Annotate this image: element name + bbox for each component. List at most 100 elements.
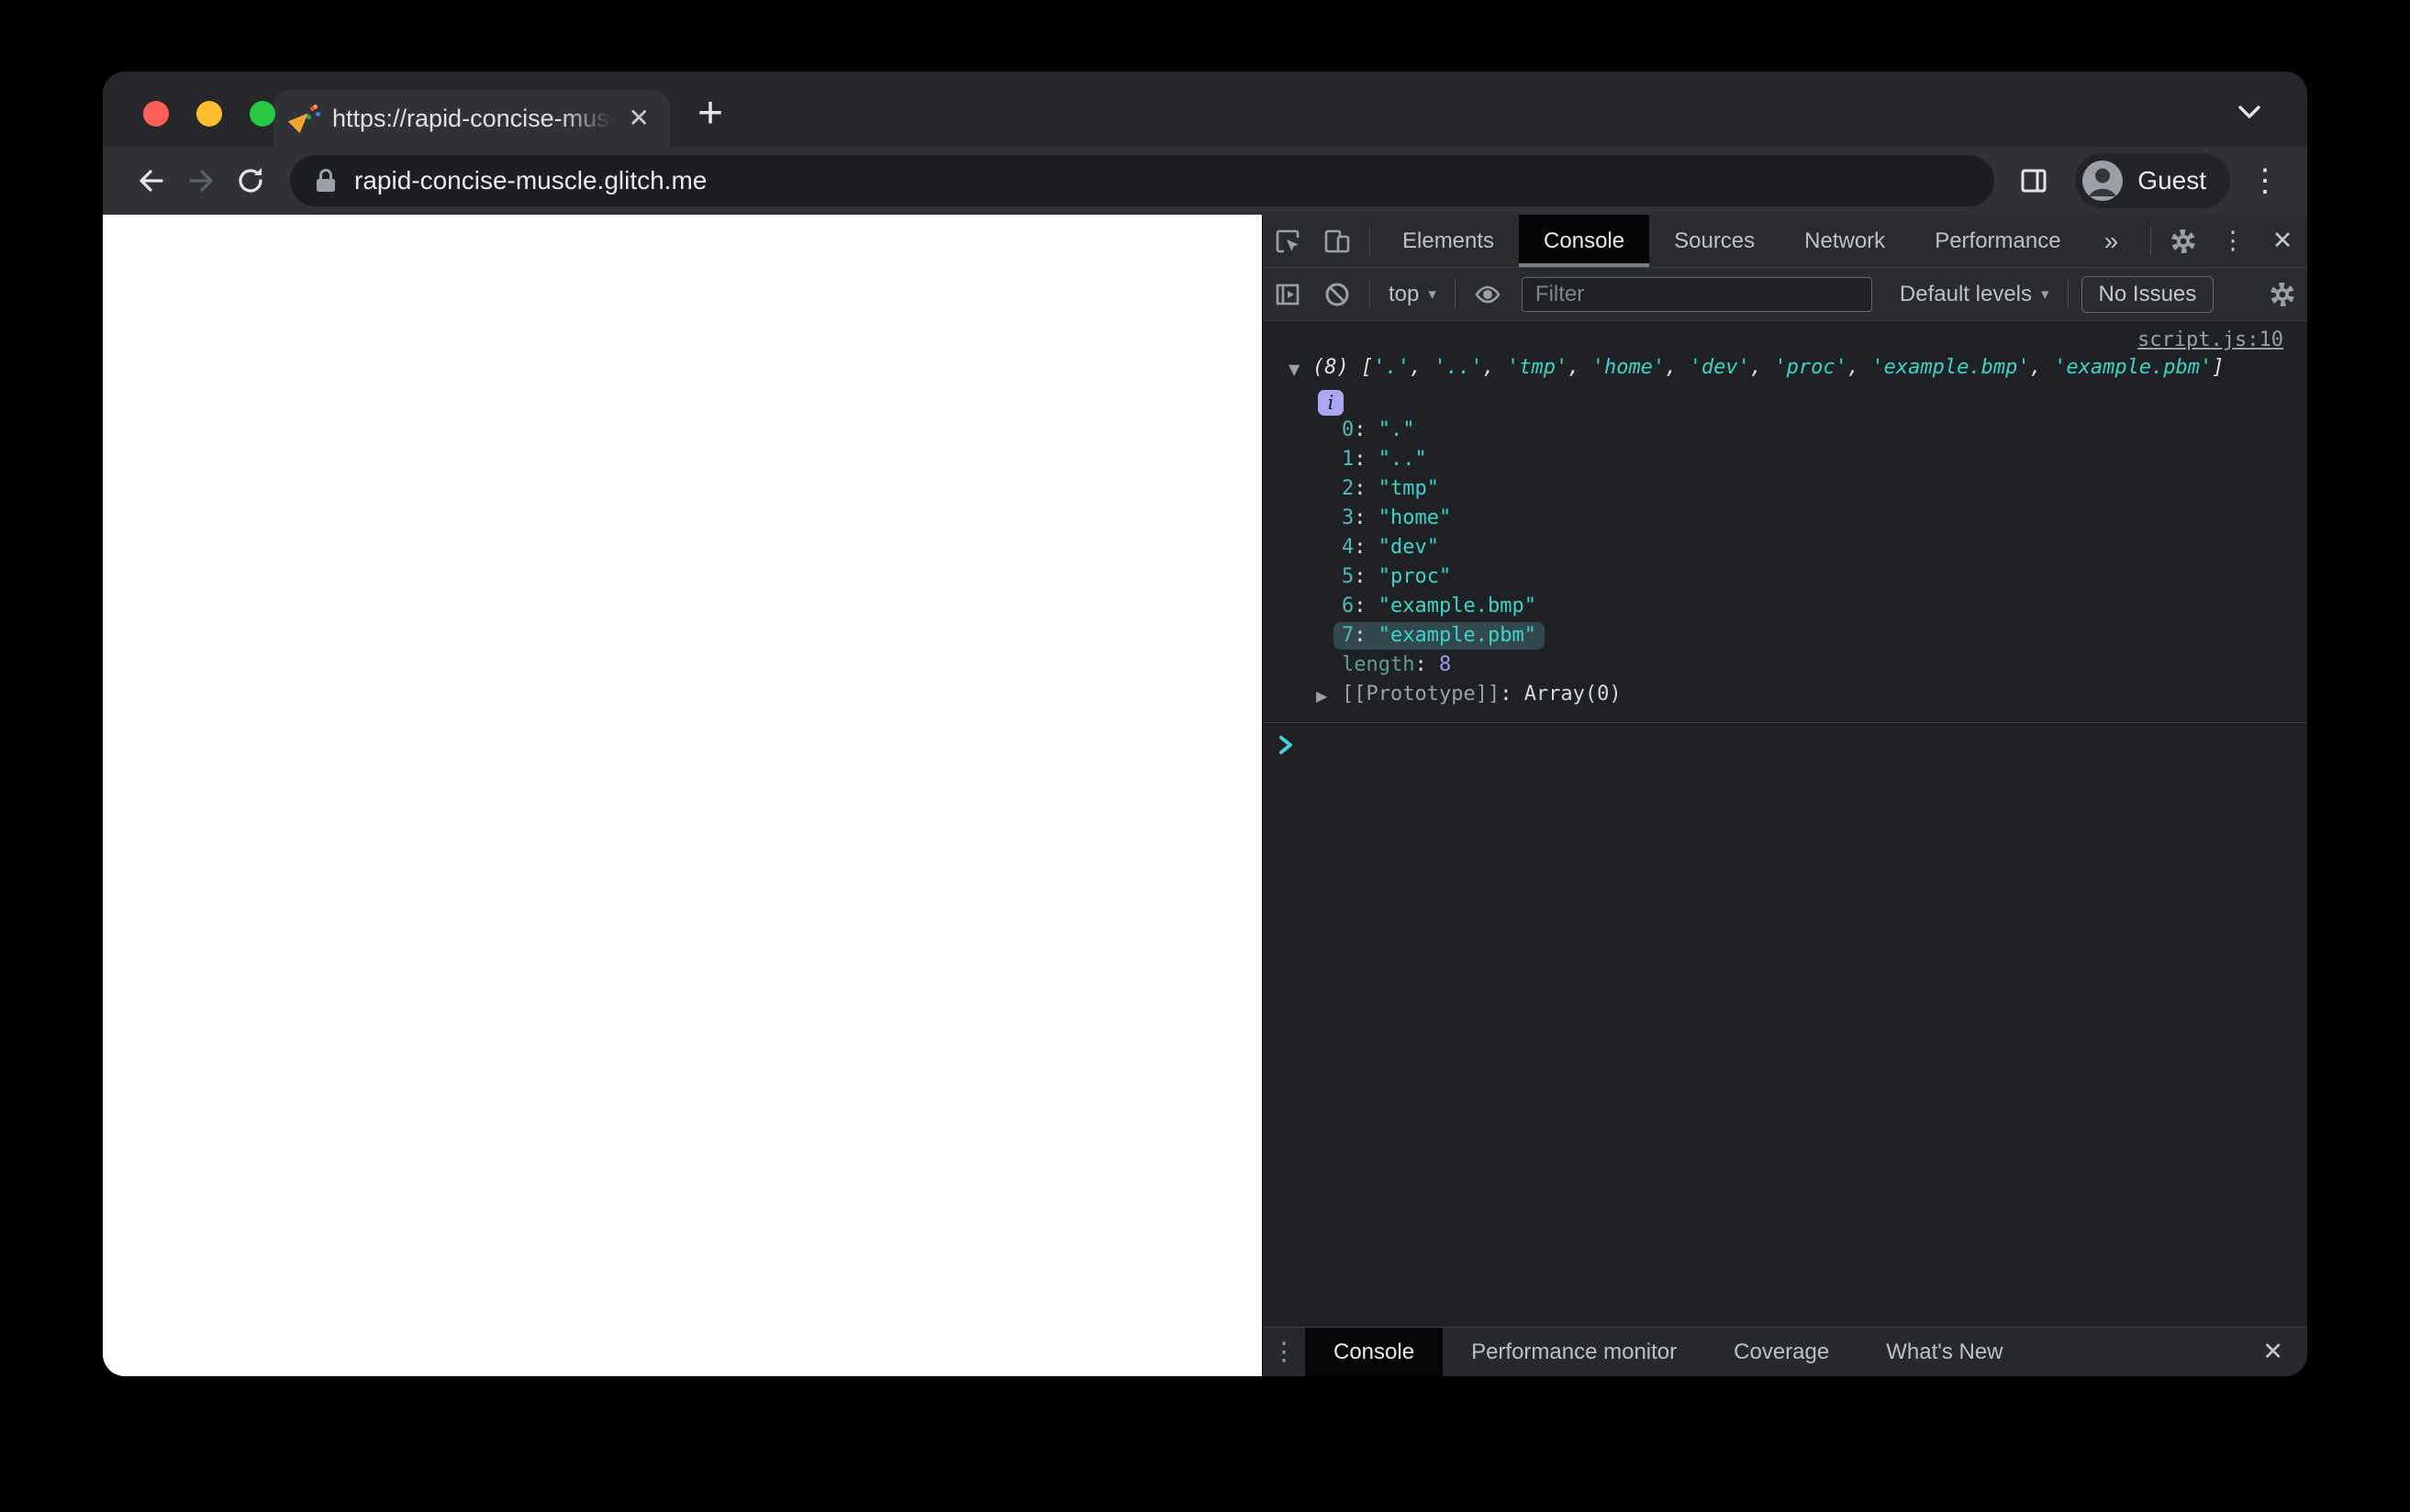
colon: : xyxy=(1354,448,1378,471)
profile-button[interactable]: Guest xyxy=(2075,153,2230,208)
log-levels-selector[interactable]: Default levels ▾ xyxy=(1889,282,2060,307)
more-tabs-icon[interactable]: » xyxy=(2086,227,2137,256)
preview-item-6: 'example.bmp' xyxy=(1871,356,2030,379)
entry-value: "example.bmp" xyxy=(1378,595,1536,617)
array-entry-6[interactable]: 6: "example.bmp" xyxy=(1263,592,2307,621)
drawer-tab-coverage[interactable]: Coverage xyxy=(1705,1328,1858,1376)
page-viewport[interactable] xyxy=(103,215,1262,1376)
window-controls xyxy=(143,101,275,127)
entry-value: "tmp" xyxy=(1378,477,1439,500)
highlighted-entry: 7: "example.pbm" xyxy=(1333,622,1545,650)
console-filter-input[interactable] xyxy=(1521,276,1872,312)
tab-close-icon[interactable]: ✕ xyxy=(625,106,653,131)
array-length-row: length: 8 xyxy=(1342,653,1452,676)
colon: : xyxy=(1354,565,1378,588)
devtools-tab-bar: Elements Console Sources Network Performance… xyxy=(1263,215,2307,268)
preview-item-3: 'home' xyxy=(1591,356,1666,379)
prototype-row[interactable]: ▶ [[Prototype]]: Array(0) xyxy=(1263,680,2307,711)
entry-content: 1: ".." xyxy=(1342,448,1427,471)
colon: : xyxy=(1354,506,1378,529)
desktop-background: https://rapid-concise-muscle.g ✕ + xyxy=(0,0,2410,1512)
console-message: script.js:10 ▼ (8) ['.', '..', 'tmp', 'h… xyxy=(1263,321,2307,723)
devtools-menu-icon[interactable]: ⋮ xyxy=(2208,215,2258,267)
array-entry-2[interactable]: 2: "tmp" xyxy=(1263,474,2307,504)
entry-index: 3 xyxy=(1342,506,1355,529)
expanded-triangle-icon[interactable]: ▼ xyxy=(1289,353,1312,384)
clear-console-icon[interactable] xyxy=(1312,268,1362,320)
drawer-tab-console[interactable]: Console xyxy=(1305,1328,1444,1376)
entry-content: 6: "example.bmp" xyxy=(1342,595,1536,617)
drawer-menu-icon[interactable]: ⋮ xyxy=(1263,1338,1305,1366)
browser-tab[interactable]: https://rapid-concise-muscle.g ✕ xyxy=(273,90,670,147)
side-panel-icon[interactable] xyxy=(2009,164,2059,197)
devtools-drawer: ⋮ Console Performance monitor Coverage What… xyxy=(1263,1327,2307,1376)
array-preview-row[interactable]: ▼ (8) ['.', '..', 'tmp', 'home', 'dev', … xyxy=(1263,353,2307,384)
close-bracket: ] xyxy=(2212,356,2225,379)
entry-value: "home" xyxy=(1378,506,1452,529)
forward-icon[interactable] xyxy=(176,164,226,197)
separator: , xyxy=(1665,356,1690,379)
avatar xyxy=(2082,161,2124,201)
array-entry-5[interactable]: 5: "proc" xyxy=(1263,562,2307,592)
preview-item-4: 'dev' xyxy=(1689,356,1750,379)
issues-counter-button[interactable]: No Issues xyxy=(2081,275,2215,313)
inspect-element-icon[interactable] xyxy=(1263,215,1312,267)
array-entry-4[interactable]: 4: "dev" xyxy=(1263,533,2307,562)
info-badge-icon: i xyxy=(1318,390,1344,416)
preview-item-5: 'proc' xyxy=(1774,356,1847,379)
separator: , xyxy=(1847,356,1872,379)
chevron-down-icon[interactable] xyxy=(2234,103,2265,123)
entry-value: "example.pbm" xyxy=(1378,624,1536,647)
entry-content: 2: "tmp" xyxy=(1342,477,1439,500)
array-entry-3[interactable]: 3: "home" xyxy=(1263,504,2307,533)
browser-menu-icon[interactable]: ⋮ xyxy=(2247,162,2283,199)
devtools-settings-gear-icon[interactable] xyxy=(2159,215,2208,267)
device-toolbar-icon[interactable] xyxy=(1312,215,1362,267)
colon: : xyxy=(1354,418,1378,441)
devtools-close-icon[interactable]: ✕ xyxy=(2258,215,2307,267)
devtools-tab-performance[interactable]: Performance xyxy=(1910,215,2085,267)
window-content: Elements Console Sources Network Performance… xyxy=(103,215,2307,1376)
console-sidebar-toggle-icon[interactable] xyxy=(1263,268,1312,320)
new-tab-button[interactable]: + xyxy=(697,92,723,136)
tab-title: https://rapid-concise-muscle.g xyxy=(332,104,612,133)
close-window-button[interactable] xyxy=(143,101,169,127)
minimize-window-button[interactable] xyxy=(196,101,222,127)
array-entry-7[interactable]: 7: "example.pbm" xyxy=(1263,621,2307,650)
entry-value: "." xyxy=(1378,418,1415,441)
console-settings-gear-icon[interactable] xyxy=(2258,268,2307,320)
entry-index: 7 xyxy=(1342,624,1355,647)
array-count: (8) xyxy=(1312,356,1361,379)
devtools-tab-sources[interactable]: Sources xyxy=(1649,215,1780,267)
entry-content: 3: "home" xyxy=(1342,506,1451,529)
separator: , xyxy=(1568,356,1592,379)
console-prompt[interactable] xyxy=(1263,723,2307,756)
drawer-close-icon[interactable]: ✕ xyxy=(2262,1338,2283,1366)
reload-icon[interactable] xyxy=(226,164,275,197)
devtools-tab-network[interactable]: Network xyxy=(1780,215,1910,267)
live-expression-eye-icon[interactable] xyxy=(1463,268,1512,320)
array-entry-0[interactable]: 0: "." xyxy=(1263,416,2307,445)
fullscreen-window-button[interactable] xyxy=(250,101,275,127)
source-location-link[interactable]: script.js:10 xyxy=(2137,328,2283,351)
entry-content: 5: "proc" xyxy=(1342,565,1451,588)
console-toolbar: top ▾ Default levels ▾ No Issues xyxy=(1263,268,2307,321)
entry-value: "proc" xyxy=(1378,565,1452,588)
colon: : xyxy=(1354,595,1378,617)
tab-strip: https://rapid-concise-muscle.g ✕ + xyxy=(103,72,2307,147)
back-icon[interactable] xyxy=(127,164,176,197)
separator: , xyxy=(1482,356,1507,379)
preview-item-1: '..' xyxy=(1434,356,1483,379)
entry-index: 6 xyxy=(1342,595,1355,617)
drawer-tab-what-s-new[interactable]: What's New xyxy=(1858,1328,2031,1376)
chevron-down-icon: ▾ xyxy=(1428,284,1436,303)
devtools-tab-console[interactable]: Console xyxy=(1519,215,1650,267)
lock-icon[interactable] xyxy=(314,167,338,195)
context-selector[interactable]: top ▾ xyxy=(1378,282,1447,307)
address-bar[interactable]: rapid-concise-muscle.glitch.me xyxy=(290,155,1995,206)
collapsed-triangle-icon[interactable]: ▶ xyxy=(1316,680,1342,711)
drawer-tab-performance-monitor[interactable]: Performance monitor xyxy=(1443,1328,1705,1376)
devtools-tab-elements[interactable]: Elements xyxy=(1378,215,1519,267)
separator: , xyxy=(1749,356,1775,379)
array-entry-1[interactable]: 1: ".." xyxy=(1263,445,2307,474)
